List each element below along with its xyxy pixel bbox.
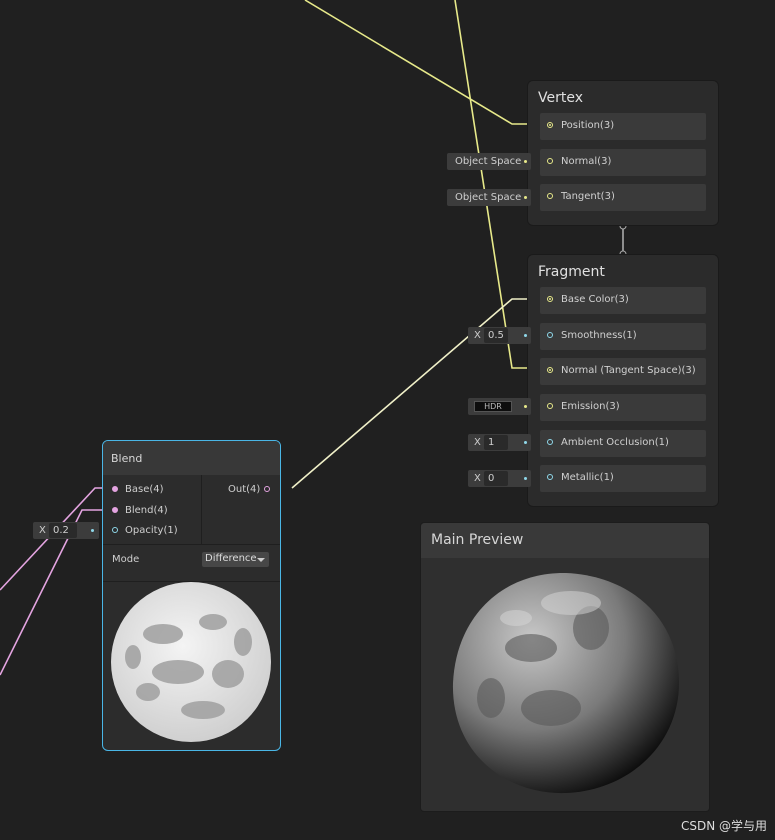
slot-ambient-occlusion[interactable]: Ambient Occlusion(1) (540, 430, 706, 457)
chevron-down-icon (257, 558, 265, 562)
port-icon[interactable] (547, 122, 553, 128)
slot-normal[interactable]: Normal(3) (540, 149, 706, 176)
opacity-field[interactable]: X 0.2 (33, 522, 99, 539)
port-icon[interactable] (547, 193, 553, 199)
slot-label: Metallic(1) (561, 472, 614, 483)
slot-label: Emission(3) (561, 401, 620, 412)
smoothness-field[interactable]: X 0.5 (468, 327, 531, 344)
base-port-icon[interactable] (112, 486, 118, 492)
opacity-input-label: Opacity(1) (125, 525, 178, 536)
slot-position[interactable]: Position(3) (540, 113, 706, 140)
slot-label: Normal (Tangent Space)(3) (561, 365, 696, 376)
out-port-icon[interactable] (264, 486, 270, 492)
connector-dot (524, 405, 527, 408)
blend-port-icon[interactable] (112, 507, 118, 513)
hdr-color-swatch[interactable]: HDR (474, 401, 512, 412)
ambient-occlusion-field[interactable]: X 1 (468, 434, 531, 451)
slot-label: Normal(3) (561, 156, 612, 167)
emission-field[interactable]: HDR (468, 398, 531, 415)
slot-metallic[interactable]: Metallic(1) (540, 465, 706, 492)
blend-node[interactable]: Blend Base(4) Blend(4) Opacity(1) Out(4)… (102, 440, 281, 751)
port-icon[interactable] (547, 439, 553, 445)
port-icon[interactable] (547, 474, 553, 480)
connector-dot (524, 477, 527, 480)
blend-title: Blend (111, 452, 143, 465)
space-label: Object Space (455, 156, 522, 167)
blend-input-label: Blend(4) (125, 505, 168, 516)
connector-dot (524, 160, 527, 163)
axis-label: X (474, 473, 481, 484)
moon-texture-preview-icon (111, 582, 271, 742)
tangent-space-field[interactable]: Object Space (447, 189, 531, 206)
axis-label: X (39, 525, 46, 536)
watermark-text: CSDN @学与用 (680, 819, 767, 833)
mode-value: Difference (205, 553, 257, 564)
out-label: Out(4) (228, 484, 261, 495)
fragment-title: Fragment (538, 264, 605, 280)
opacity-value-input[interactable]: 0.2 (49, 523, 77, 538)
normal-space-field[interactable]: Object Space (447, 153, 531, 170)
connector-dot (524, 196, 527, 199)
port-icon[interactable] (547, 296, 553, 302)
slot-smoothness[interactable]: Smoothness(1) (540, 323, 706, 350)
connector-dot (91, 529, 94, 532)
slot-label: Base Color(3) (561, 294, 629, 305)
main-preview-panel[interactable]: Main Preview (420, 522, 710, 812)
slot-emission[interactable]: Emission(3) (540, 394, 706, 421)
mode-dropdown[interactable]: Difference (202, 552, 269, 567)
port-icon[interactable] (547, 158, 553, 164)
slot-base-color[interactable]: Base Color(3) (540, 287, 706, 314)
metallic-value-input[interactable]: 0 (484, 471, 508, 486)
wire-position (304, 0, 545, 125)
divider (201, 475, 202, 544)
base-input-label: Base(4) (125, 484, 164, 495)
fragment-block[interactable]: Fragment Base Color(3) Smoothness(1) Nor… (527, 254, 719, 507)
divider (103, 544, 280, 545)
slot-label: Smoothness(1) (561, 330, 637, 341)
mode-label: Mode (112, 554, 140, 565)
vertex-title: Vertex (538, 90, 584, 106)
port-icon[interactable] (547, 332, 553, 338)
shaded-moon-sphere-icon[interactable] (421, 558, 709, 811)
port-icon[interactable] (547, 367, 553, 373)
slot-label: Position(3) (561, 120, 615, 131)
slot-label: Ambient Occlusion(1) (561, 437, 669, 448)
axis-label: X (474, 330, 481, 341)
opacity-port-icon[interactable] (112, 527, 118, 533)
metallic-field[interactable]: X 0 (468, 470, 531, 487)
slot-tangent[interactable]: Tangent(3) (540, 184, 706, 211)
wire-base-input (0, 487, 112, 591)
main-preview-title: Main Preview (431, 532, 524, 548)
port-icon[interactable] (547, 403, 553, 409)
axis-label: X (474, 437, 481, 448)
smoothness-value-input[interactable]: 0.5 (484, 328, 508, 343)
connector-dot (524, 441, 527, 444)
ao-value-input[interactable]: 1 (484, 435, 508, 450)
space-label: Object Space (455, 192, 522, 203)
slot-normal-tangent[interactable]: Normal (Tangent Space)(3) (540, 358, 706, 385)
vertex-block[interactable]: Vertex Position(3) Normal(3) Tangent(3) (527, 80, 719, 226)
connector-dot (524, 334, 527, 337)
slot-label: Tangent(3) (561, 191, 615, 202)
